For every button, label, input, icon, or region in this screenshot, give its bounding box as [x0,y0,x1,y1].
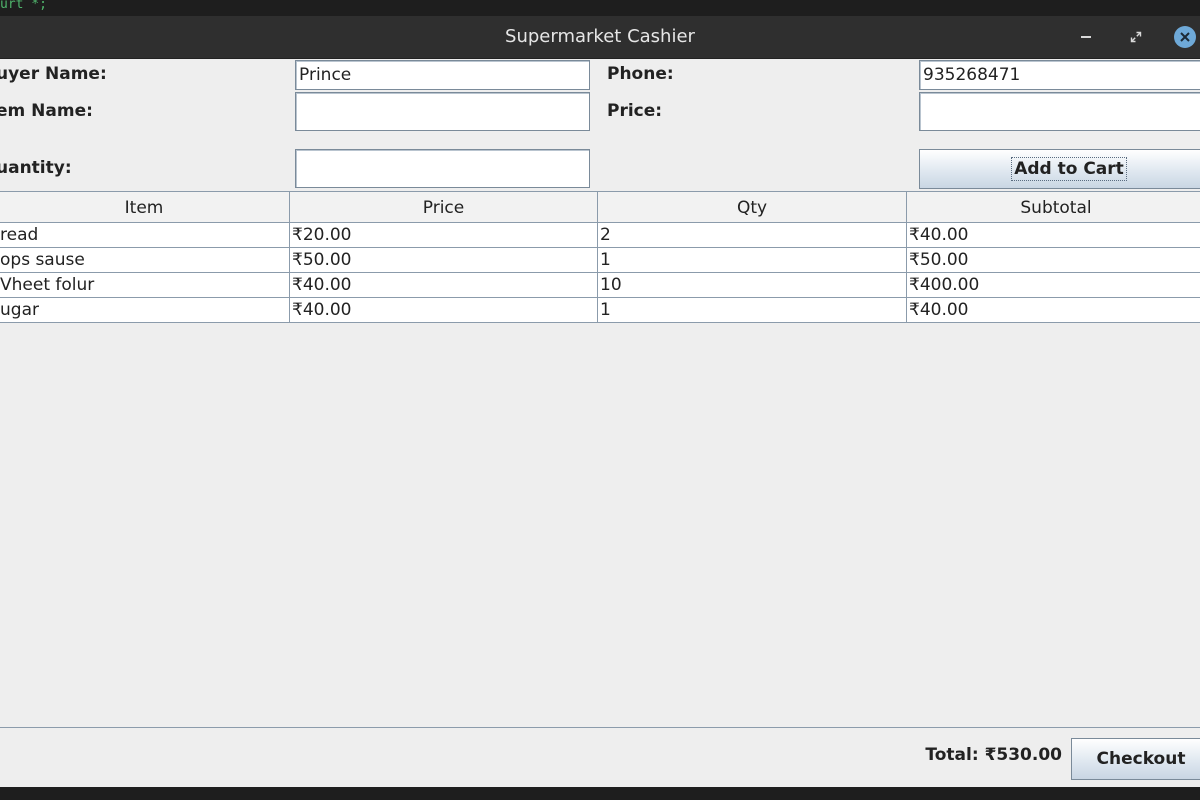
column-header-price[interactable]: Price [289,191,598,223]
quantity-label: uantity: [0,158,72,178]
phone-label: Phone: [607,64,674,84]
column-header-subtotal[interactable]: Subtotal [906,191,1200,223]
minimize-icon [1081,36,1091,38]
column-header-qty[interactable]: Qty [597,191,907,223]
close-icon [1174,26,1196,48]
checkout-label: Checkout [1096,749,1186,769]
cell-subtotal: ₹40.00 [907,223,1200,248]
cell-item: read [0,223,290,248]
quantity-input[interactable] [295,149,590,188]
maximize-button[interactable] [1124,25,1148,49]
footer-divider [0,727,1200,728]
total-label: Total: ₹530.00 [925,745,1062,765]
cell-qty: 1 [598,248,907,273]
title-bar[interactable]: Supermarket Cashier [0,16,1200,59]
cell-price: ₹20.00 [290,223,598,248]
cell-price: ₹40.00 [290,273,598,298]
cell-qty: 2 [598,223,907,248]
buyer-name-label: uyer Name: [0,64,107,84]
cell-item: ugar [0,298,290,323]
cell-subtotal: ₹400.00 [907,273,1200,298]
window-title: Supermarket Cashier [505,26,695,47]
cell-price: ₹40.00 [290,298,598,323]
cell-subtotal: ₹40.00 [907,298,1200,323]
add-to-cart-button[interactable]: Add to Cart [919,149,1200,189]
column-header-item[interactable]: Item [0,191,290,223]
close-button[interactable] [1173,25,1197,49]
cashier-window: uyer Name: Phone: em Name: Price: uantit… [0,59,1200,787]
cell-item: ops sause [0,248,290,273]
item-name-label: em Name: [0,101,93,121]
price-input[interactable] [919,92,1200,131]
item-name-input[interactable] [295,92,590,131]
cell-qty: 10 [598,273,907,298]
checkout-button[interactable]: Checkout [1071,738,1200,780]
desktop-bottom-strip [0,787,1200,800]
add-to-cart-label: Add to Cart [1011,157,1127,181]
restore-icon [1130,31,1142,43]
buyer-name-input[interactable] [295,60,590,90]
minimize-button[interactable] [1074,25,1098,49]
phone-input[interactable] [919,60,1200,90]
cell-qty: 1 [598,298,907,323]
cell-price: ₹50.00 [290,248,598,273]
background-terminal: urt *; [0,0,1200,16]
price-label: Price: [607,101,663,121]
cell-subtotal: ₹50.00 [907,248,1200,273]
cell-item: Vheet folur [0,273,290,298]
terminal-text: urt *; [0,0,47,12]
